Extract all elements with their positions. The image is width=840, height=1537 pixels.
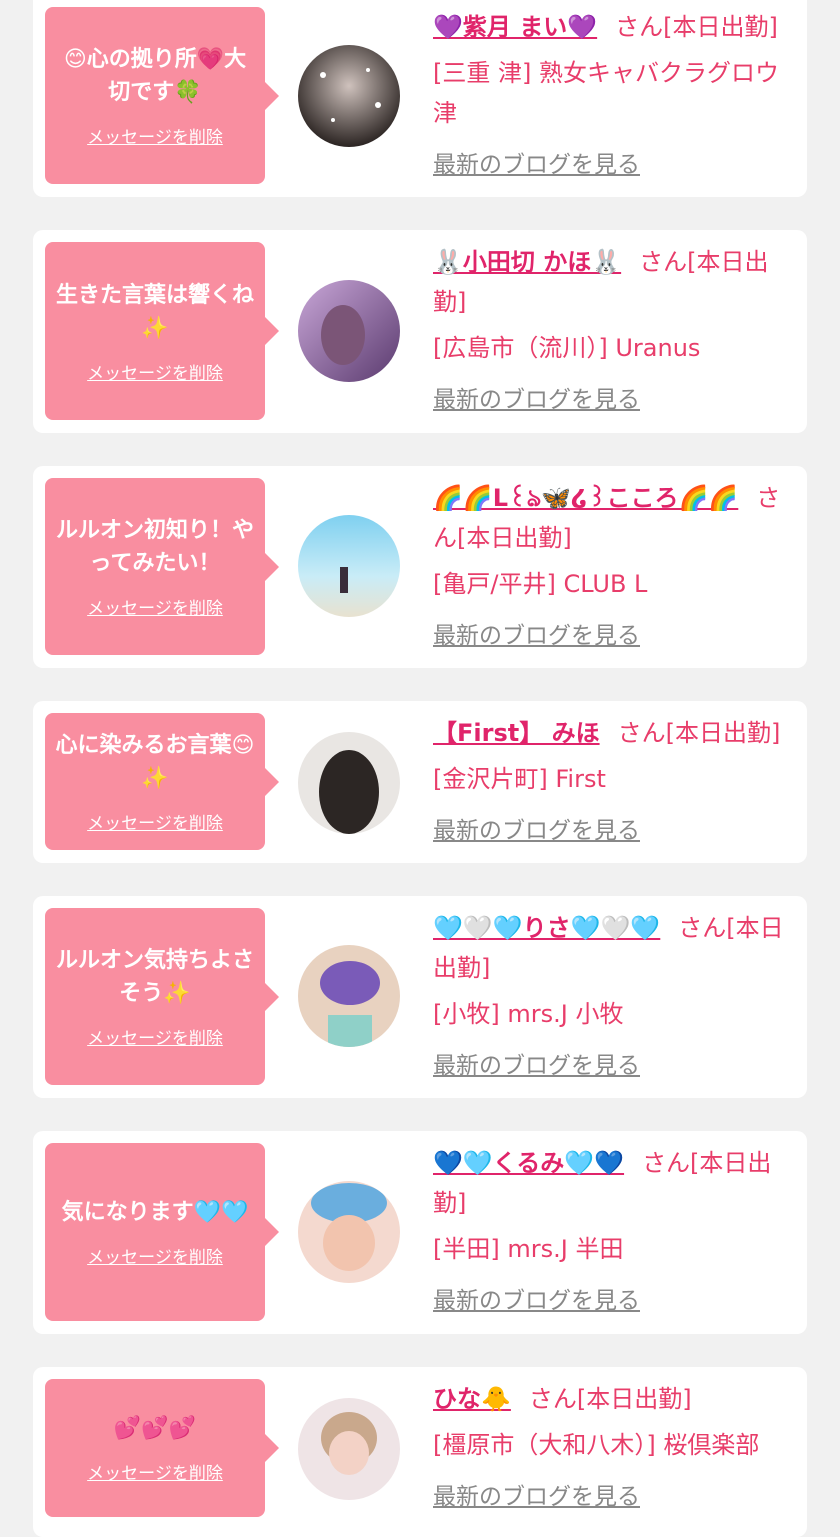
cast-info: 🩵🤍🩵りさ🩵🤍🩵 さん[本日出勤] [小牧] mrs.J 小牧 最新のブログを見る [433, 908, 795, 1086]
cast-name-link[interactable]: ひな🐥 [433, 1385, 511, 1413]
view-blog-link[interactable]: 最新のブログを見る [433, 380, 795, 420]
delete-message-link[interactable]: メッセージを削除 [87, 1243, 223, 1268]
delete-message-link[interactable]: メッセージを削除 [87, 1024, 223, 1049]
message-bubble: 気になります🩵🩵 メッセージを削除 [45, 1143, 279, 1321]
message-bubble: 生きた言葉は響くね✨ メッセージを削除 [45, 242, 279, 420]
shop-name: [橿原市（大和八木）] 桜倶楽部 [433, 1431, 760, 1459]
message-bubble: 😊心の拠り所💗大切です🍀 メッセージを削除 [45, 7, 279, 184]
message-bubble: ルルオン初知り！やってみたい！ メッセージを削除 [45, 478, 279, 655]
shop-name: [半田] mrs.J 半田 [433, 1235, 624, 1263]
delete-message-link[interactable]: メッセージを削除 [87, 809, 223, 834]
cast-info: 🌈🌈L꒰ঌ🦋໒꒱こころ🌈🌈 さん[本日出勤] [亀戸/平井] CLUB L 最新の… [433, 478, 795, 656]
message-card: 💕💕💕 メッセージを削除 ひな🐥 さん[本日出勤] [橿原市（大和八木）] 桜倶楽… [33, 1367, 807, 1537]
message-text: 気になります🩵🩵 [61, 1200, 249, 1225]
cast-name-link[interactable]: 💙🩵くるみ🩵💙 [433, 1149, 624, 1177]
cast-name-line: 🩵🤍🩵りさ🩵🤍🩵 さん[本日出勤] [433, 908, 795, 988]
shop-name: [金沢片町] First [433, 765, 606, 793]
shop-name: [広島市（流川）] Uranus [433, 334, 701, 362]
message-text: 生きた言葉は響くね✨ [55, 282, 254, 341]
cast-status: さん[本日出勤] [528, 1385, 692, 1413]
cast-status: さん[本日出勤] [617, 719, 781, 747]
cast-name-link[interactable]: 🐰小田切 かほ🐰 [433, 248, 621, 276]
message-card: ルルオン初知り！やってみたい！ メッセージを削除 🌈🌈L꒰ঌ🦋໒꒱こころ🌈🌈 さん… [33, 466, 807, 668]
message-bubble: ルルオン気持ちよさそう✨ メッセージを削除 [45, 908, 279, 1085]
view-blog-link[interactable]: 最新のブログを見る [433, 811, 795, 851]
delete-message-link[interactable]: メッセージを削除 [87, 123, 223, 148]
message-text: ルルオン気持ちよさそう✨ [55, 948, 254, 1006]
cast-avatar[interactable] [298, 45, 400, 147]
delete-message-link[interactable]: メッセージを削除 [87, 359, 223, 384]
cast-name-link[interactable]: 💜紫月 まい💜 [433, 13, 597, 41]
cast-avatar[interactable] [298, 1181, 400, 1283]
cast-name-link[interactable]: 🩵🤍🩵りさ🩵🤍🩵 [433, 914, 660, 942]
delete-message-link[interactable]: メッセージを削除 [87, 594, 223, 619]
cast-avatar[interactable] [298, 1398, 400, 1500]
cast-avatar[interactable] [298, 945, 400, 1047]
delete-message-link[interactable]: メッセージを削除 [87, 1459, 223, 1484]
cast-info: 💜紫月 まい💜 さん[本日出勤] [三重 津] 熟女キャバクラグロウ津 最新のブロ… [433, 7, 795, 185]
view-blog-link[interactable]: 最新のブログを見る [433, 1046, 795, 1086]
view-blog-link[interactable]: 最新のブログを見る [433, 1477, 795, 1517]
cast-name-line: 【First】 みほ さん[本日出勤] [433, 713, 795, 753]
cast-info: 💙🩵くるみ🩵💙 さん[本日出勤] [半田] mrs.J 半田 最新のブログを見る [433, 1143, 795, 1321]
cast-info: ひな🐥 さん[本日出勤] [橿原市（大和八木）] 桜倶楽部 最新のブログを見る [433, 1379, 795, 1517]
shop-name: [小牧] mrs.J 小牧 [433, 1000, 624, 1028]
cast-name-line: 💙🩵くるみ🩵💙 さん[本日出勤] [433, 1143, 795, 1223]
shop-name: [三重 津] 熟女キャバクラグロウ津 [433, 59, 779, 127]
shop-name: [亀戸/平井] CLUB L [433, 570, 648, 598]
view-blog-link[interactable]: 最新のブログを見る [433, 616, 795, 656]
cast-info: 🐰小田切 かほ🐰 さん[本日出勤] [広島市（流川）] Uranus 最新のブログ… [433, 242, 795, 420]
cast-avatar[interactable] [298, 515, 400, 617]
message-card: 気になります🩵🩵 メッセージを削除 💙🩵くるみ🩵💙 さん[本日出勤] [半田] m… [33, 1131, 807, 1334]
cast-status: さん[本日出勤] [615, 13, 778, 41]
cast-info: 【First】 みほ さん[本日出勤] [金沢片町] First 最新のブログを見… [433, 713, 795, 851]
message-bubble: 💕💕💕 メッセージを削除 [45, 1379, 279, 1517]
cast-name-line: 🌈🌈L꒰ঌ🦋໒꒱こころ🌈🌈 さん[本日出勤] [433, 478, 795, 558]
view-blog-link[interactable]: 最新のブログを見る [433, 1281, 795, 1321]
message-card: 生きた言葉は響くね✨ メッセージを削除 🐰小田切 かほ🐰 さん[本日出勤] [広島… [33, 230, 807, 433]
message-text: 心に染みるお言葉😊✨ [55, 733, 255, 791]
message-text: ルルオン初知り！やってみたい！ [55, 518, 254, 576]
message-text: 😊心の拠り所💗大切です🍀 [63, 47, 247, 105]
cast-name-line: 🐰小田切 かほ🐰 さん[本日出勤] [433, 242, 795, 322]
cast-name-line: 💜紫月 まい💜 さん[本日出勤] [433, 7, 795, 47]
message-text: 💕💕💕 [113, 1416, 197, 1441]
message-bubble: 心に染みるお言葉😊✨ メッセージを削除 [45, 713, 279, 850]
cast-avatar[interactable] [298, 732, 400, 834]
message-card: 心に染みるお言葉😊✨ メッセージを削除 【First】 みほ さん[本日出勤] [… [33, 701, 807, 863]
message-card: ルルオン気持ちよさそう✨ メッセージを削除 🩵🤍🩵りさ🩵🤍🩵 さん[本日出勤] [… [33, 896, 807, 1098]
cast-avatar[interactable] [298, 280, 400, 382]
cast-name-link[interactable]: 🌈🌈L꒰ঌ🦋໒꒱こころ🌈🌈 [433, 484, 738, 512]
view-blog-link[interactable]: 最新のブログを見る [433, 145, 795, 185]
message-card: 😊心の拠り所💗大切です🍀 メッセージを削除 💜紫月 まい💜 さん[本日出勤] [三… [33, 0, 807, 197]
cast-name-link[interactable]: 【First】 みほ [433, 719, 600, 747]
cast-name-line: ひな🐥 さん[本日出勤] [433, 1379, 795, 1419]
